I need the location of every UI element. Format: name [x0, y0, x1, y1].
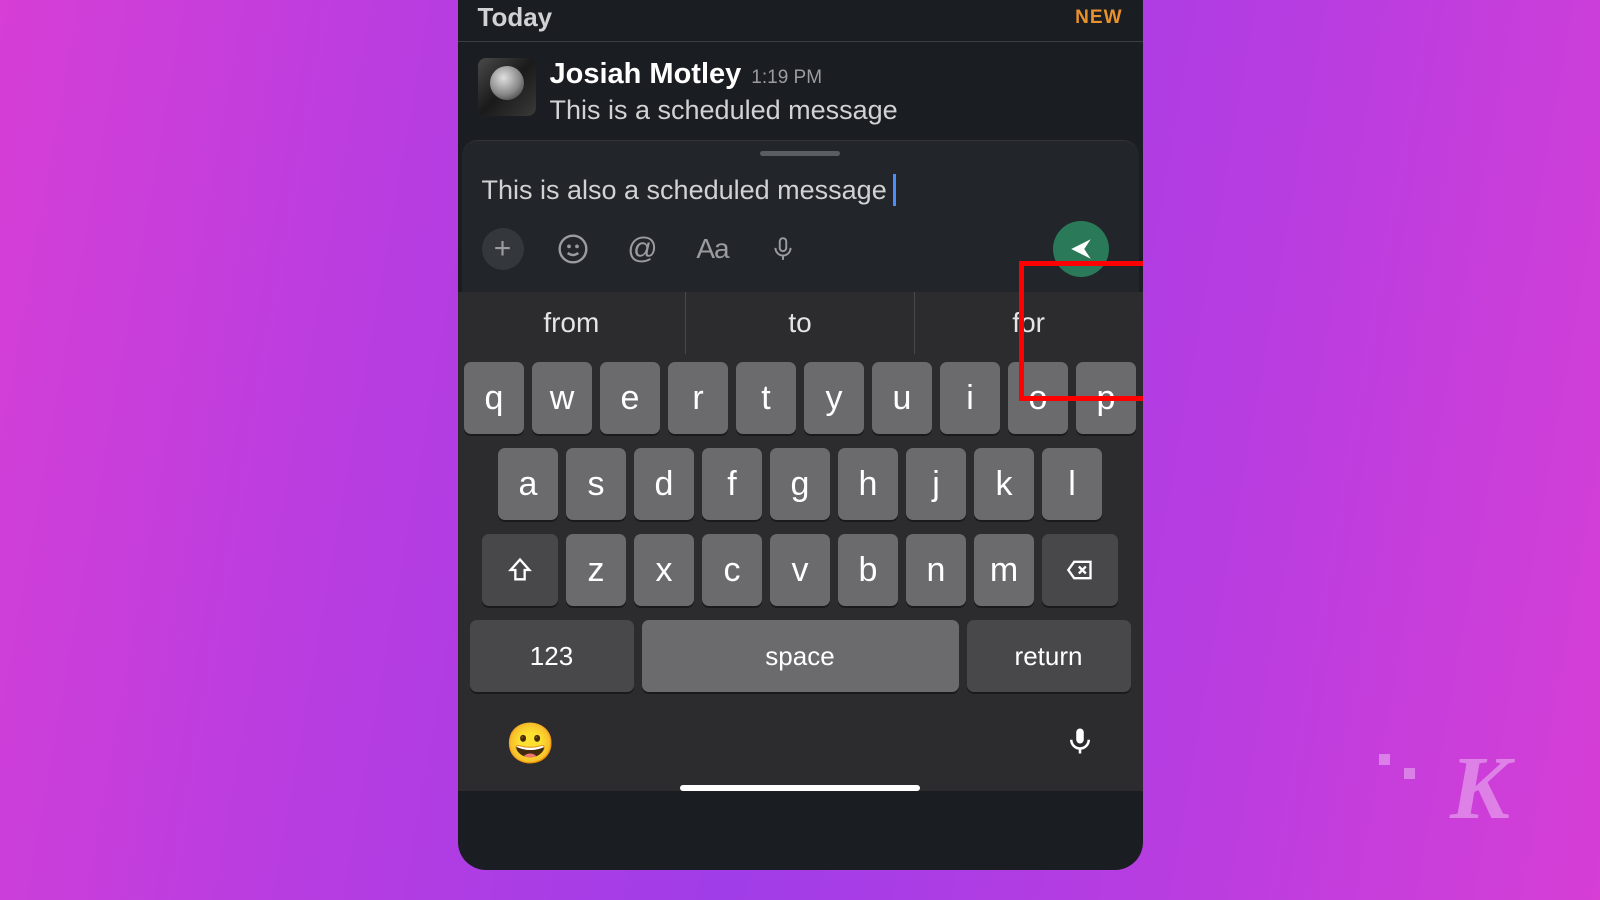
- composer-area: This is also a scheduled message + @: [458, 140, 1143, 292]
- key-c[interactable]: c: [702, 534, 762, 606]
- at-icon: @: [627, 232, 657, 266]
- key-t[interactable]: t: [736, 362, 796, 434]
- keyboard-dictation-button[interactable]: [1065, 721, 1095, 766]
- key-v[interactable]: v: [770, 534, 830, 606]
- text-cursor: [893, 174, 896, 206]
- microphone-icon: [1065, 721, 1095, 761]
- key-shift[interactable]: [482, 534, 558, 606]
- backspace-icon: [1064, 556, 1096, 584]
- send-icon: [1068, 236, 1094, 262]
- suggestion-3[interactable]: for: [915, 292, 1143, 354]
- key-e[interactable]: e: [600, 362, 660, 434]
- voice-message-button[interactable]: [762, 228, 804, 270]
- microphone-icon: [770, 233, 796, 265]
- avatar[interactable]: [478, 58, 536, 116]
- key-m[interactable]: m: [974, 534, 1034, 606]
- key-row-4: 123 space return: [464, 620, 1137, 692]
- key-n[interactable]: n: [906, 534, 966, 606]
- key-x[interactable]: x: [634, 534, 694, 606]
- key-o[interactable]: o: [1008, 362, 1068, 434]
- key-return[interactable]: return: [967, 620, 1131, 692]
- plus-icon: +: [494, 232, 512, 266]
- key-r[interactable]: r: [668, 362, 728, 434]
- suggestion-2[interactable]: to: [686, 292, 915, 354]
- key-s[interactable]: s: [566, 448, 626, 520]
- compose-draft-text: This is also a scheduled message: [482, 175, 887, 206]
- send-button[interactable]: [1053, 221, 1109, 277]
- date-header: Today NEW: [458, 0, 1143, 41]
- key-l[interactable]: l: [1042, 448, 1102, 520]
- message-timestamp: 1:19 PM: [751, 67, 822, 89]
- key-i[interactable]: i: [940, 362, 1000, 434]
- key-z[interactable]: z: [566, 534, 626, 606]
- mention-button[interactable]: @: [622, 228, 664, 270]
- key-p[interactable]: p: [1076, 362, 1136, 434]
- key-123[interactable]: 123: [470, 620, 634, 692]
- key-j[interactable]: j: [906, 448, 966, 520]
- key-f[interactable]: f: [702, 448, 762, 520]
- key-row-1: q w e r t y u i o p: [464, 362, 1137, 434]
- aa-icon: Aa: [696, 233, 728, 265]
- new-badge: NEW: [1075, 7, 1122, 29]
- key-a[interactable]: a: [498, 448, 558, 520]
- keyboard-footer: 😀: [458, 692, 1143, 777]
- key-h[interactable]: h: [838, 448, 898, 520]
- keyboard-emoji-button[interactable]: 😀: [506, 720, 556, 767]
- key-q[interactable]: q: [464, 362, 524, 434]
- message-username[interactable]: Josiah Motley: [550, 58, 742, 91]
- drag-handle[interactable]: [760, 151, 840, 156]
- key-row-2: a s d f g h j k l: [464, 448, 1137, 520]
- key-k[interactable]: k: [974, 448, 1034, 520]
- key-u[interactable]: u: [872, 362, 932, 434]
- key-d[interactable]: d: [634, 448, 694, 520]
- key-backspace[interactable]: [1042, 534, 1118, 606]
- compose-input[interactable]: This is also a scheduled message: [462, 174, 1139, 206]
- suggestion-row: from to for: [458, 292, 1143, 354]
- phone-screen: Today NEW Josiah Motley 1:19 PM This is …: [458, 0, 1143, 870]
- key-space[interactable]: space: [642, 620, 959, 692]
- compose-toolbar: + @ Aa: [462, 206, 1139, 292]
- key-b[interactable]: b: [838, 534, 898, 606]
- key-g[interactable]: g: [770, 448, 830, 520]
- suggestion-1[interactable]: from: [458, 292, 687, 354]
- composer: This is also a scheduled message + @: [462, 140, 1139, 292]
- message-text: This is a scheduled message: [550, 95, 1123, 126]
- key-row-3: z x c v b n m: [464, 534, 1137, 606]
- message-row[interactable]: Josiah Motley 1:19 PM This is a schedule…: [458, 54, 1143, 140]
- watermark-logo: K: [1450, 737, 1510, 840]
- smile-icon: [557, 233, 589, 265]
- key-y[interactable]: y: [804, 362, 864, 434]
- emoji-button[interactable]: [552, 228, 594, 270]
- home-indicator[interactable]: [680, 785, 920, 791]
- divider: [458, 41, 1143, 42]
- key-w[interactable]: w: [532, 362, 592, 434]
- formatting-button[interactable]: Aa: [692, 228, 734, 270]
- message-content: Josiah Motley 1:19 PM This is a schedule…: [550, 58, 1123, 126]
- date-label: Today: [478, 2, 553, 33]
- shift-icon: [506, 556, 534, 584]
- keyboard: from to for q w e r t y u i o p a s d f: [458, 292, 1143, 791]
- watermark-dots: [1379, 754, 1415, 765]
- attach-plus-button[interactable]: +: [482, 228, 524, 270]
